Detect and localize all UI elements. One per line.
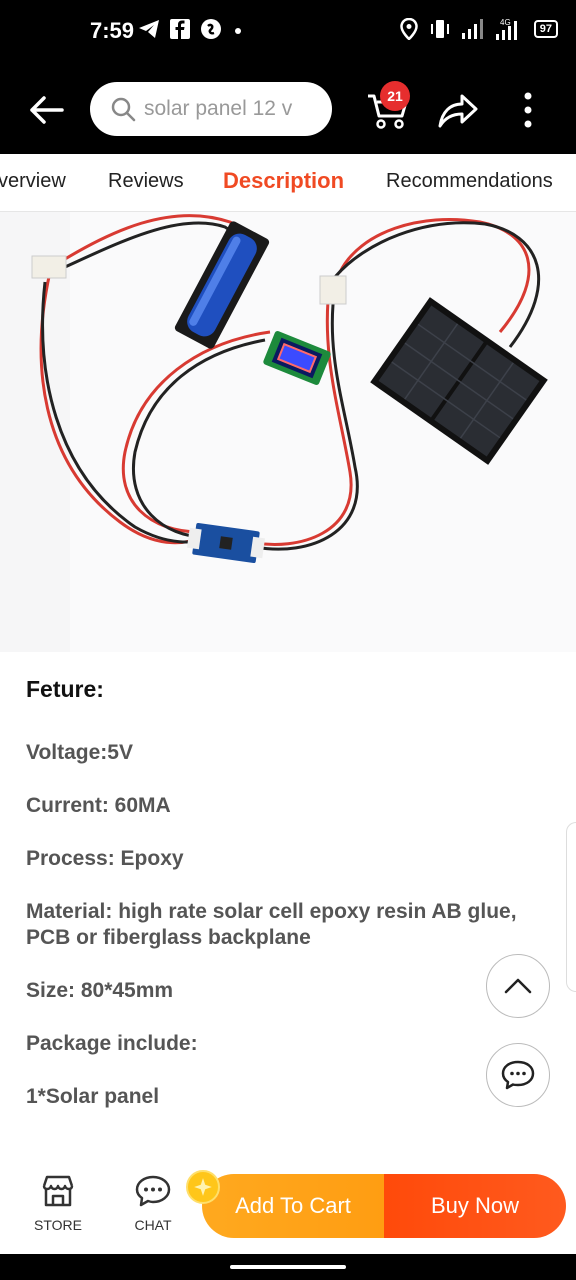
bottom-action-bar: STORE CHAT Add To Cart Buy Now (0, 1160, 576, 1254)
package-include-label: Package include: (26, 1032, 198, 1055)
status-bar: 7:59 4G 97 (0, 0, 576, 64)
signal-4g-icon: 4G (495, 18, 517, 40)
spec-process: Process: Epoxy (26, 847, 184, 870)
location-icon (399, 18, 418, 40)
chat-bubble-icon (501, 1060, 535, 1090)
tab-recommendations[interactable]: Recommendations (386, 170, 553, 193)
system-nav-bar (0, 1254, 576, 1280)
chat-icon (135, 1175, 171, 1207)
share-icon[interactable] (436, 90, 480, 130)
chat-fab-button[interactable] (486, 1043, 550, 1107)
store-label: STORE (34, 1217, 82, 1233)
home-gesture-pill[interactable] (230, 1265, 346, 1269)
more-vertical-icon[interactable] (516, 88, 540, 132)
buy-now-button[interactable]: Buy Now (384, 1174, 566, 1238)
search-bar[interactable] (90, 82, 332, 136)
app-header: 21 (0, 64, 576, 154)
tab-overview[interactable]: verview (0, 170, 66, 193)
status-time: 7:59 (90, 18, 135, 43)
chevron-up-icon (504, 978, 532, 994)
package-item: 1*Solar panel (26, 1085, 160, 1108)
tab-description[interactable]: Description (223, 168, 344, 194)
solar-kit-photo (31, 212, 576, 652)
side-panel-handle[interactable] (566, 822, 576, 992)
cart-count-badge: 21 (380, 81, 410, 111)
spec-size: Size: 80*45mm (26, 979, 174, 1002)
add-to-cart-button[interactable]: Add To Cart (202, 1174, 384, 1238)
arrow-left-icon[interactable] (26, 90, 66, 130)
battery-indicator: 97 (533, 20, 558, 38)
svg-text:4G: 4G (500, 18, 511, 27)
facebook-icon (170, 19, 190, 39)
tab-reviews[interactable]: Reviews (108, 170, 184, 193)
telegram-icon (139, 20, 159, 38)
store-icon (42, 1175, 74, 1207)
vibrate-icon (430, 20, 449, 38)
signal-icon (461, 19, 483, 39)
product-image (0, 212, 576, 652)
store-button[interactable]: STORE (28, 1174, 88, 1233)
search-icon (111, 97, 136, 122)
notification-icons (138, 18, 244, 40)
search-input[interactable] (144, 97, 324, 121)
spec-current: Current: 60MA (26, 794, 171, 817)
section-tabs: verview Reviews Description Recommendati… (0, 154, 576, 212)
chat-label: CHAT (134, 1217, 172, 1233)
scroll-top-button[interactable] (486, 954, 550, 1018)
dot-icon (235, 28, 241, 34)
system-icons: 4G 97 (399, 18, 558, 40)
features-heading: Feture: (26, 676, 104, 702)
spec-voltage: Voltage:5V (26, 741, 133, 764)
chat-button[interactable]: CHAT (123, 1174, 183, 1233)
sparkle-coin-icon (186, 1170, 220, 1204)
shazam-icon (201, 19, 221, 39)
spec-material: Material: high rate solar cell epoxy res… (26, 900, 517, 949)
